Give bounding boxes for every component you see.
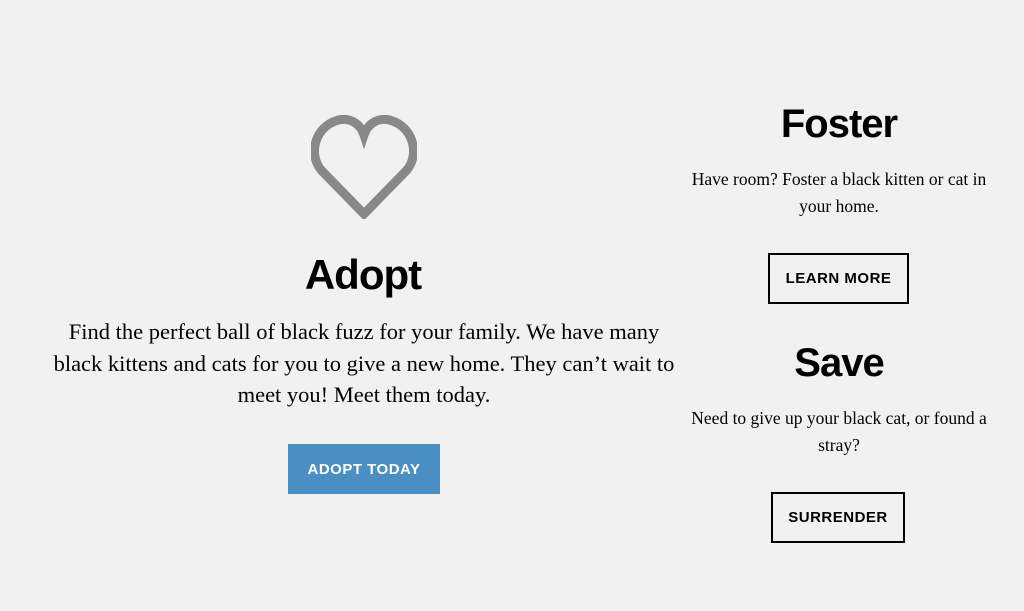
learn-more-button[interactable]: LEARN MORE	[768, 253, 909, 304]
foster-description: Have room? Foster a black kitten or cat …	[691, 169, 987, 216]
save-description: Need to give up your black cat, or found…	[691, 408, 987, 455]
adopt-heading: Adopt	[304, 251, 422, 298]
foster-heading: Foster	[780, 102, 898, 146]
heart-icon	[311, 115, 417, 219]
adopt-today-button[interactable]: ADOPT TODAY	[288, 444, 440, 494]
save-heading: Save	[794, 341, 884, 385]
surrender-button[interactable]: SURRENDER	[771, 492, 905, 543]
adopt-description: Find the perfect ball of black fuzz for …	[53, 319, 675, 407]
